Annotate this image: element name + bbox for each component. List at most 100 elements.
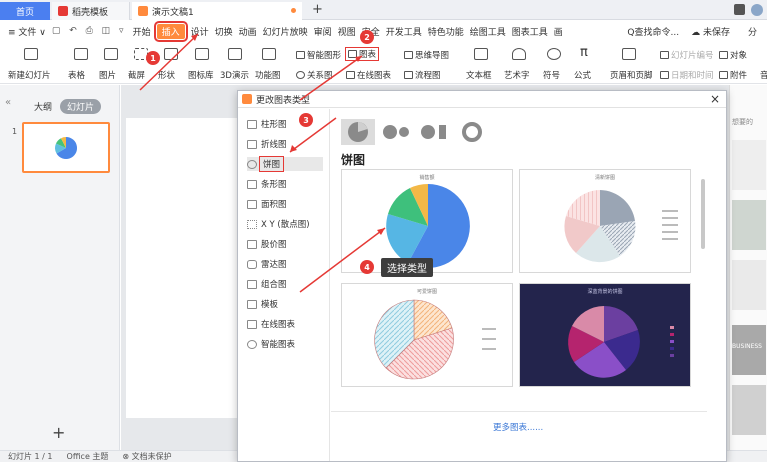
menu-view[interactable]: 视图 bbox=[338, 25, 356, 38]
category-label: 智能图表 bbox=[261, 340, 296, 350]
chart-category-list: 柱形图 折线图 饼图 条形图 面积图 X Y (散点图) 股价图 雷达图 组合图… bbox=[238, 109, 330, 461]
preview-cute-pie[interactable]: 可爱饼图 bbox=[341, 283, 513, 387]
new-slide-button[interactable]: 新建幻灯片 bbox=[8, 69, 51, 81]
subtype-pie-of-pie[interactable] bbox=[379, 119, 413, 145]
audio-button[interactable]: 音 bbox=[760, 69, 767, 81]
account-icon[interactable] bbox=[751, 4, 763, 16]
new-tab-button[interactable]: + bbox=[312, 2, 323, 17]
tab-home[interactable]: 首页 bbox=[0, 2, 50, 20]
more-charts-link[interactable]: 更多图表...... bbox=[493, 421, 543, 433]
smart-shape-button[interactable]: 智能图形 bbox=[296, 49, 341, 61]
dialog-title: 更改图表类型 bbox=[256, 95, 311, 106]
slide-number-button[interactable]: 幻灯片编号 bbox=[660, 49, 714, 61]
subtype-pie[interactable] bbox=[341, 119, 375, 145]
template-card[interactable]: BUSINESS bbox=[732, 325, 766, 375]
category-template[interactable]: 模板 bbox=[247, 297, 323, 311]
protect-status[interactable]: ⊗ 文档未保护 bbox=[122, 451, 171, 462]
subtype-doughnut[interactable] bbox=[455, 119, 489, 145]
category-smart[interactable]: 智能图表 bbox=[247, 337, 323, 351]
tab-document[interactable]: 演示文稿1 bbox=[132, 2, 302, 20]
category-label: 在线图表 bbox=[261, 320, 296, 330]
outline-tab[interactable]: 大纲 bbox=[34, 100, 52, 113]
pie-chart-icon bbox=[247, 159, 257, 169]
template-card[interactable] bbox=[732, 385, 766, 435]
date-time-icon bbox=[660, 71, 669, 79]
category-scatter[interactable]: X Y (散点图) bbox=[247, 217, 323, 231]
category-radar[interactable]: 雷达图 bbox=[247, 257, 323, 271]
template-card[interactable] bbox=[732, 140, 766, 190]
close-icon[interactable]: × bbox=[710, 92, 720, 106]
menu-insert[interactable]: 插入 bbox=[153, 20, 188, 42]
symbol-button[interactable]: 符号 bbox=[543, 69, 560, 81]
search-command[interactable]: Q查找命令... bbox=[627, 25, 679, 38]
template-card[interactable] bbox=[732, 260, 766, 310]
slides-tab[interactable]: 幻灯片 bbox=[60, 99, 102, 114]
attachment-button[interactable]: 附件 bbox=[719, 69, 747, 81]
category-online[interactable]: 在线图表 bbox=[247, 317, 323, 331]
menu-slideshow[interactable]: 幻灯片放映 bbox=[263, 25, 308, 38]
stock-chart-icon bbox=[247, 239, 257, 249]
category-combo[interactable]: 组合图 bbox=[247, 277, 323, 291]
menu-file[interactable]: ≡ 文件 ∨ bbox=[8, 25, 46, 38]
relation-button[interactable]: 关系图 bbox=[296, 69, 333, 81]
preview-pattern-pie[interactable]: 清新饼图 bbox=[519, 169, 691, 273]
quick-toolbar: ▢ ↶ ⎙ ◫ ▿ bbox=[51, 26, 127, 36]
menu-transition[interactable]: 切换 bbox=[215, 25, 233, 38]
template-card[interactable] bbox=[732, 200, 766, 250]
dialog-titlebar[interactable]: 更改图表类型 × bbox=[238, 91, 726, 108]
menu-start[interactable]: 开始 bbox=[133, 25, 151, 38]
menu-animation[interactable]: 动画 bbox=[239, 25, 257, 38]
category-stock[interactable]: 股价图 bbox=[247, 237, 323, 251]
menu-chart-tools[interactable]: 图表工具 bbox=[512, 25, 548, 38]
flowchart-button[interactable]: 流程图 bbox=[404, 69, 441, 81]
tab-template[interactable]: 稻壳模板 bbox=[52, 2, 130, 20]
slide-canvas[interactable] bbox=[126, 118, 246, 418]
menu-review[interactable]: 审阅 bbox=[314, 25, 332, 38]
share-button[interactable]: 分 bbox=[748, 25, 757, 38]
online-chart-button[interactable]: 在线图表 bbox=[346, 69, 391, 81]
theme-name[interactable]: Office 主题 bbox=[67, 451, 109, 462]
category-area[interactable]: 面积图 bbox=[247, 197, 323, 211]
category-bar[interactable]: 条形图 bbox=[247, 177, 323, 191]
thumbnail-pie-icon bbox=[55, 136, 78, 159]
icon-library-button[interactable]: 图标库 bbox=[188, 69, 214, 81]
shape-button[interactable]: 形状 bbox=[158, 69, 175, 81]
window-icon[interactable] bbox=[734, 4, 745, 15]
scatter-chart-icon bbox=[247, 219, 257, 229]
picture-button[interactable]: 图片 bbox=[99, 69, 116, 81]
add-slide-button[interactable]: + bbox=[52, 423, 65, 442]
art-text-button[interactable]: 艺术字 bbox=[504, 69, 530, 81]
art-text-icon bbox=[512, 48, 526, 60]
column-chart-icon bbox=[247, 119, 257, 129]
screenshot-button[interactable]: 截屏 bbox=[128, 69, 145, 81]
slide-thumbnail[interactable] bbox=[22, 122, 110, 173]
date-time-button[interactable]: 日期和时间 bbox=[660, 69, 714, 81]
menu-drawing-tools[interactable]: 绘图工具 bbox=[470, 25, 506, 38]
chart-preview-area: 饼图 销售额 清新饼图 可爱饼图 深蓝背景的饼图 更多图表...... bbox=[331, 109, 727, 461]
formula-button[interactable]: 公式 bbox=[574, 69, 591, 81]
textbox-button[interactable]: 文本框 bbox=[466, 69, 492, 81]
preview-dark-pie[interactable]: 深蓝背景的饼图 bbox=[519, 283, 691, 387]
flowchart-label: 流程图 bbox=[415, 71, 441, 81]
menu-developer[interactable]: 开发工具 bbox=[386, 25, 422, 38]
header-footer-button[interactable]: 页眉和页脚 bbox=[610, 69, 653, 81]
chart-button[interactable]: 图表 bbox=[344, 47, 380, 61]
menu-design[interactable]: 设计 bbox=[191, 25, 209, 38]
category-line[interactable]: 折线图 bbox=[247, 137, 323, 151]
divider bbox=[331, 411, 707, 412]
unsaved-status[interactable]: ☁ 未保存 bbox=[691, 25, 736, 38]
pie-subtype-icon bbox=[348, 122, 368, 142]
menu-more[interactable]: 画 bbox=[554, 25, 563, 38]
category-pie[interactable]: 饼图 bbox=[247, 156, 323, 172]
menu-features[interactable]: 特色功能 bbox=[428, 25, 464, 38]
subtype-bar-of-pie[interactable] bbox=[417, 119, 451, 145]
object-button[interactable]: 对象 bbox=[719, 49, 747, 61]
online-chart-icon bbox=[247, 319, 257, 329]
table-button[interactable]: 表格 bbox=[68, 69, 85, 81]
collapse-icon[interactable]: « bbox=[5, 97, 11, 108]
preview-scrollbar[interactable] bbox=[701, 179, 705, 249]
3d-demo-button[interactable]: 3D演示 bbox=[220, 69, 249, 81]
mind-map-button[interactable]: 思维导图 bbox=[404, 49, 449, 61]
function-chart-button[interactable]: 功能图 bbox=[255, 69, 281, 81]
object-label: 对象 bbox=[730, 51, 748, 61]
